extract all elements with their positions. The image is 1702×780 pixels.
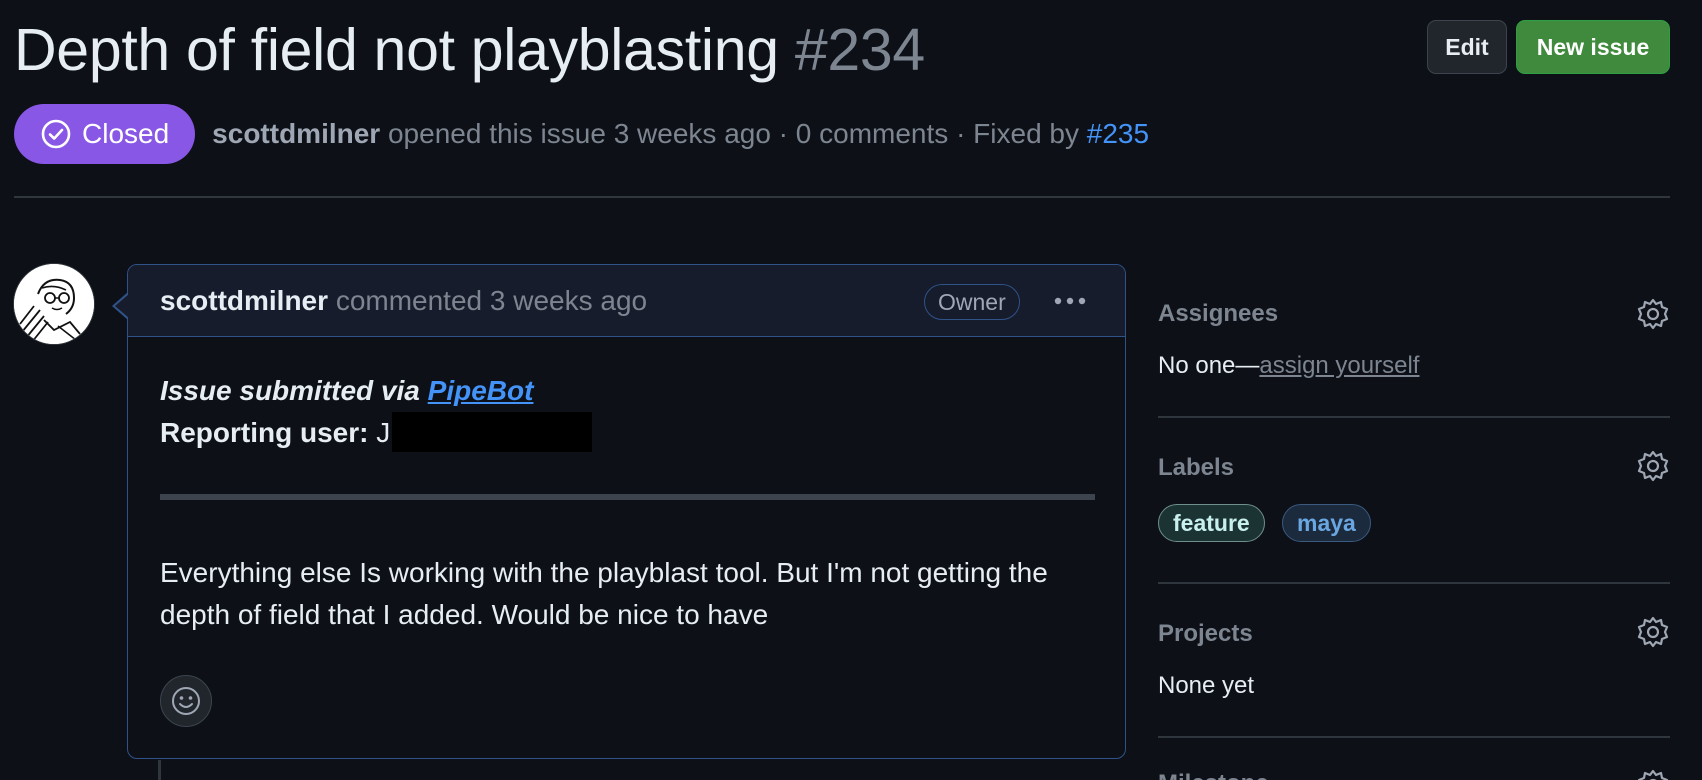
status-label: Closed xyxy=(82,118,170,149)
assignees-value: No one—assign yourself xyxy=(1158,352,1419,380)
page-title: Depth of field not playblasting #234 xyxy=(14,10,925,90)
labels-title: Labels xyxy=(1158,454,1235,481)
label-maya[interactable]: maya xyxy=(1282,504,1371,542)
comment-timestamp[interactable]: commented 3 weeks ago xyxy=(336,285,647,316)
issue-opened-text: opened this issue 3 weeks ago · 0 commen… xyxy=(387,118,1079,149)
projects-gear-icon[interactable] xyxy=(1636,615,1670,649)
avatar-sketch-icon xyxy=(14,264,94,344)
comment-head-text: scottdmilner commented 3 weeks ago xyxy=(160,285,647,317)
sidebar-divider xyxy=(1158,582,1670,584)
redaction-box xyxy=(392,412,593,452)
header-divider xyxy=(14,196,1670,198)
comment-pointer-fill xyxy=(115,294,129,318)
issue-comment: scottdmilner commented 3 weeks ago Owner… xyxy=(127,264,1126,759)
issue-number: #234 xyxy=(794,17,925,83)
sidebar-divider xyxy=(1158,416,1670,418)
reporting-label: Reporting user: xyxy=(160,417,369,448)
assignees-gear-icon[interactable] xyxy=(1636,297,1670,331)
status-badge: Closed xyxy=(14,104,196,164)
assign-yourself-link[interactable]: assign yourself xyxy=(1259,352,1419,379)
comment-divider xyxy=(160,494,1095,500)
projects-title: Projects xyxy=(1158,620,1253,647)
assignees-title: Assignees xyxy=(1158,300,1279,327)
reporting-line: Reporting user: J xyxy=(160,412,1095,454)
reporting-value: J xyxy=(376,417,391,448)
edit-button[interactable]: Edit xyxy=(1427,20,1507,74)
comment-author-link[interactable]: scottdmilner xyxy=(160,285,328,316)
new-issue-button[interactable]: New issue xyxy=(1516,20,1670,74)
label-feature[interactable]: feature xyxy=(1158,504,1265,542)
header-actions: Edit New issue xyxy=(1427,20,1670,74)
submitted-prefix: Issue submitted via xyxy=(160,375,420,406)
pipebot-link[interactable]: PipeBot xyxy=(428,375,534,406)
timeline-line xyxy=(158,760,161,780)
more-options-icon[interactable] xyxy=(1050,289,1090,313)
check-circle-icon xyxy=(41,119,71,149)
fixed-by-link[interactable]: #235 xyxy=(1087,118,1149,149)
comment-header: scottdmilner commented 3 weeks ago Owner xyxy=(128,265,1125,337)
issue-title-text: Depth of field not playblasting xyxy=(14,17,779,83)
smiley-icon xyxy=(172,687,200,715)
projects-value: None yet xyxy=(1158,672,1255,699)
issue-meta-row: Closed scottdmilner opened this issue 3 … xyxy=(14,104,1149,164)
comment-text: Everything else Is working with the play… xyxy=(160,557,1048,630)
avatar[interactable] xyxy=(13,263,95,345)
issue-meta-text: scottdmilner opened this issue 3 weeks a… xyxy=(212,118,1149,150)
add-reaction-button[interactable] xyxy=(160,675,212,727)
assignees-none-text: No one— xyxy=(1158,352,1260,379)
milestone-gear-icon[interactable] xyxy=(1636,768,1670,780)
milestone-title: Milestone xyxy=(1158,770,1269,780)
sidebar-divider xyxy=(1158,736,1670,738)
labels-gear-icon[interactable] xyxy=(1636,449,1670,483)
owner-badge: Owner xyxy=(924,284,1020,320)
comment-body: Issue submitted via PipeBot Reporting us… xyxy=(160,370,1095,636)
submitted-line: Issue submitted via PipeBot xyxy=(160,370,1095,412)
issue-author-link[interactable]: scottdmilner xyxy=(212,118,380,149)
issue-page: Depth of field not playblasting #234 Edi… xyxy=(0,0,1702,780)
